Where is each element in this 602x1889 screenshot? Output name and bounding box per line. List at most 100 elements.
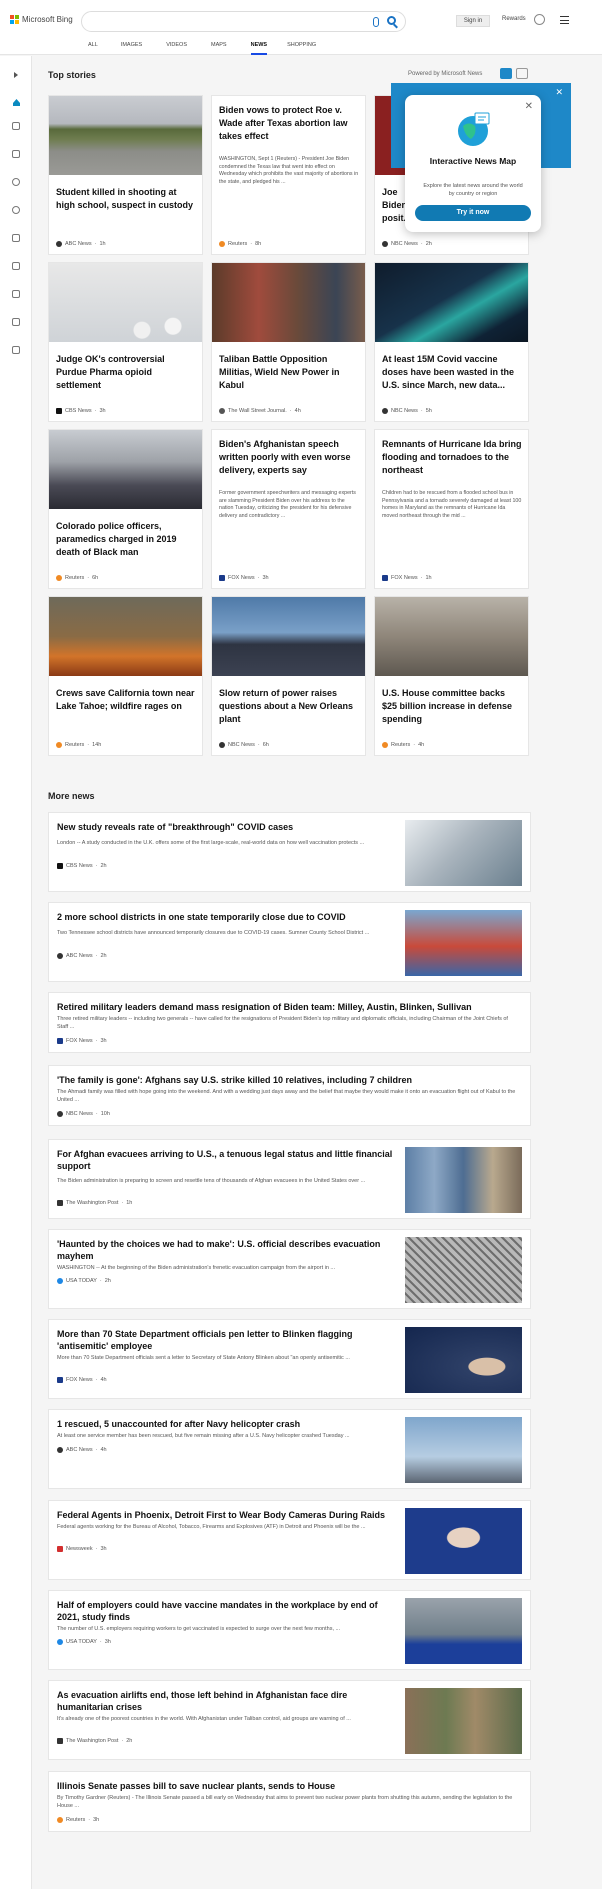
news-title[interactable]: 2 more school districts in one state tem…	[57, 911, 397, 923]
story-card[interactable]: Crews save California town near Lake Tah…	[48, 596, 203, 756]
tab-all[interactable]: ALL	[88, 40, 98, 55]
rocket-icon[interactable]	[12, 262, 20, 270]
news-source: USA TODAY · 3h	[57, 1639, 111, 1645]
news-list-item[interactable]: Retired military leaders demand mass res…	[48, 992, 531, 1053]
wsj-favicon-icon	[219, 408, 225, 414]
globe-icon[interactable]	[12, 206, 20, 214]
news-title[interactable]: As evacuation airlifts end, those left b…	[57, 1689, 397, 1713]
news-thumbnail	[405, 910, 522, 976]
abc-news-favicon-icon	[56, 241, 62, 247]
tab-videos[interactable]: VIDEOS	[166, 40, 187, 55]
usa-today-favicon-icon	[57, 1639, 63, 1645]
story-card[interactable]: Colorado police officers, paramedics cha…	[48, 429, 203, 589]
film-icon[interactable]	[12, 290, 20, 298]
banner-close-icon[interactable]: ✕	[555, 87, 563, 98]
tab-images[interactable]: IMAGES	[121, 40, 142, 55]
microphone-icon[interactable]	[373, 17, 379, 27]
try-it-now-button[interactable]: Try it now	[415, 205, 531, 221]
story-title[interactable]: U.S. House committee backs $25 billion i…	[382, 687, 522, 726]
tab-shopping[interactable]: SHOPPING	[287, 40, 316, 55]
news-title[interactable]: New study reveals rate of "breakthrough"…	[57, 821, 397, 833]
interactive-news-map-popup: ✕ Interactive News Map Explore the lates…	[405, 95, 541, 232]
story-title[interactable]: Biden's Afghanistan speech written poorl…	[219, 438, 359, 477]
story-image	[212, 597, 365, 676]
news-title[interactable]: For Afghan evacuees arriving to U.S., a …	[57, 1148, 397, 1172]
story-card[interactable]: Remnants of Hurricane Ida bring flooding…	[374, 429, 529, 589]
news-list-item[interactable]: Half of employers could have vaccine man…	[48, 1590, 531, 1670]
washington-post-favicon-icon	[57, 1738, 63, 1744]
news-list-item[interactable]: Illinois Senate passes bill to save nucl…	[48, 1771, 531, 1832]
story-source: The Wall Street Journal. · 4h	[219, 408, 301, 414]
news-list-item[interactable]: As evacuation airlifts end, those left b…	[48, 1680, 531, 1760]
rewards-label[interactable]: Rewards	[502, 16, 526, 22]
story-card[interactable]: At least 15M Covid vaccine doses have be…	[374, 262, 529, 422]
news-list-item[interactable]: 2 more school districts in one state tem…	[48, 902, 531, 982]
hamburger-menu-icon[interactable]	[560, 16, 569, 24]
flag-icon[interactable]	[12, 150, 20, 158]
news-source: ABC News · 4h	[57, 1447, 107, 1453]
story-title[interactable]: Crews save California town near Lake Tah…	[56, 687, 196, 713]
story-card[interactable]: U.S. House committee backs $25 billion i…	[374, 596, 529, 756]
card-icon[interactable]	[12, 346, 20, 354]
search-icon[interactable]	[387, 16, 396, 25]
news-thumbnail	[405, 1508, 522, 1574]
location-icon[interactable]	[12, 178, 20, 186]
story-card[interactable]: Student killed in shooting at high schoo…	[48, 95, 203, 255]
nav-tabs: ALL IMAGES VIDEOS MAPS NEWS SHOPPING	[88, 40, 316, 55]
story-card[interactable]: Judge OK's controversial Purdue Pharma o…	[48, 262, 203, 422]
category-sidebar	[0, 56, 32, 1889]
news-title[interactable]: 'Haunted by the choices we had to make':…	[57, 1238, 397, 1262]
news-title[interactable]: 1 rescued, 5 unaccounted for after Navy …	[57, 1418, 397, 1430]
news-title[interactable]: 'The family is gone': Afghans say U.S. s…	[57, 1074, 517, 1086]
more-news-heading: More news	[48, 791, 95, 801]
tools-icon[interactable]	[12, 122, 20, 130]
science-icon[interactable]	[12, 234, 20, 242]
story-image	[375, 263, 528, 342]
rewards-trophy-icon[interactable]	[534, 14, 545, 25]
story-title[interactable]: At least 15M Covid vaccine doses have be…	[382, 353, 522, 392]
news-title[interactable]: Retired military leaders demand mass res…	[57, 1001, 517, 1013]
tab-news[interactable]: NEWS	[250, 40, 268, 55]
news-source: Newsweek · 3h	[57, 1546, 107, 1552]
story-title[interactable]: Colorado police officers, paramedics cha…	[56, 520, 196, 559]
news-snippet: WASHINGTON -- At the beginning of the Bi…	[57, 1265, 336, 1271]
news-snippet: It's already one of the poorest countrie…	[57, 1716, 351, 1722]
story-title[interactable]: Slow return of power raises questions ab…	[219, 687, 359, 726]
cbs-news-favicon-icon	[56, 408, 62, 414]
news-list-item[interactable]: More than 70 State Department officials …	[48, 1319, 531, 1399]
news-list-item[interactable]: 1 rescued, 5 unaccounted for after Navy …	[48, 1409, 531, 1489]
story-title[interactable]: Taliban Battle Opposition Militias, Wiel…	[219, 353, 359, 392]
news-title[interactable]: Federal Agents in Phoenix, Detroit First…	[57, 1509, 397, 1521]
story-title[interactable]: Judge OK's controversial Purdue Pharma o…	[56, 353, 196, 392]
bing-logo[interactable]: Microsoft Bing	[10, 15, 73, 24]
story-title[interactable]: Student killed in shooting at high schoo…	[56, 186, 196, 212]
news-title[interactable]: More than 70 State Department officials …	[57, 1328, 397, 1352]
news-title[interactable]: Illinois Senate passes bill to save nucl…	[57, 1780, 517, 1792]
reuters-favicon-icon	[56, 742, 62, 748]
briefcase-icon[interactable]	[12, 318, 20, 326]
story-card[interactable]: Biden's Afghanistan speech written poorl…	[211, 429, 366, 589]
news-list-item[interactable]: 'Haunted by the choices we had to make':…	[48, 1229, 531, 1309]
map-view-icon[interactable]	[516, 68, 528, 79]
news-list-item[interactable]: New study reveals rate of "breakthrough"…	[48, 812, 531, 892]
signin-button[interactable]: Sign in	[456, 15, 490, 27]
story-title[interactable]: Remnants of Hurricane Ida bring flooding…	[382, 438, 522, 477]
news-list-item[interactable]: For Afghan evacuees arriving to U.S., a …	[48, 1139, 531, 1219]
tab-maps[interactable]: MAPS	[211, 40, 227, 55]
home-icon[interactable]	[12, 94, 20, 106]
close-icon[interactable]: ✕	[525, 101, 533, 112]
story-card[interactable]: Taliban Battle Opposition Militias, Wiel…	[211, 262, 366, 422]
expand-arrow-icon[interactable]	[12, 66, 20, 78]
story-source: FOX News · 1h	[382, 575, 432, 581]
story-card[interactable]: Slow return of power raises questions ab…	[211, 596, 366, 756]
story-card[interactable]: Biden vows to protect Roe v. Wade after …	[211, 95, 366, 255]
news-title[interactable]: Half of employers could have vaccine man…	[57, 1599, 397, 1623]
news-list-item[interactable]: 'The family is gone': Afghans say U.S. s…	[48, 1065, 531, 1126]
reuters-favicon-icon	[382, 742, 388, 748]
search-input[interactable]	[81, 11, 406, 32]
story-source: Reuters · 6h	[56, 575, 98, 581]
grid-view-icon[interactable]	[500, 68, 512, 79]
news-list-item[interactable]: Federal Agents in Phoenix, Detroit First…	[48, 1500, 531, 1580]
story-title[interactable]: Biden vows to protect Roe v. Wade after …	[219, 104, 359, 143]
nbc-news-favicon-icon	[219, 742, 225, 748]
